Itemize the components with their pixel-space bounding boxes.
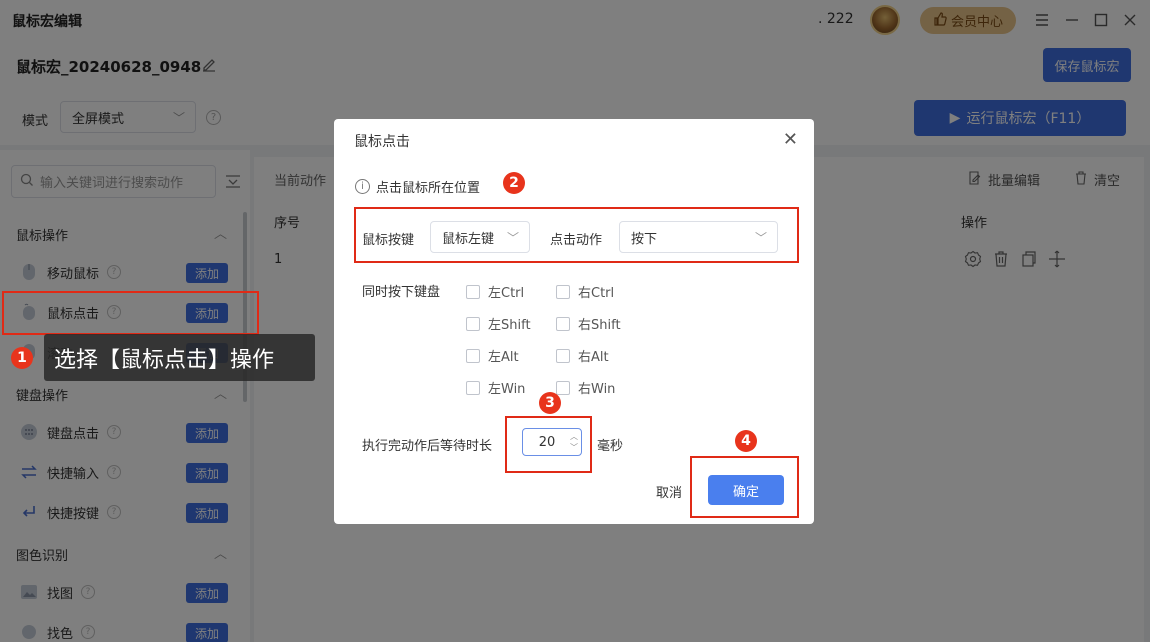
keyboard-label: 同时按下键盘 [362,285,441,300]
highlight-wait-input [505,416,592,473]
step-badge-4: 4 [735,430,757,452]
checkbox-label: 右Ctrl [578,286,615,301]
checkbox-box [556,284,570,299]
checkbox-box [466,316,480,331]
checkbox-box [466,284,480,299]
checkbox-left-win[interactable]: 左Win [466,378,525,397]
checkbox-label: 右Alt [578,350,609,365]
checkbox-box [556,316,570,331]
checkbox-left-shift[interactable]: 左Shift [466,314,531,333]
wait-unit: 毫秒 [597,439,624,454]
info-icon: i [355,179,370,194]
close-icon[interactable]: ✕ [783,129,798,150]
wait-duration-label: 执行完动作后等待时长 [362,439,493,454]
checkbox-box [556,380,570,395]
dialog-title: 鼠标点击 [354,134,410,150]
mouse-click-dialog: 鼠标点击 ✕ i 点击鼠标所在位置 2 鼠标按键 鼠标左键 ﹀ 点击动作 按下 … [334,119,814,524]
dialog-hint: i 点击鼠标所在位置 [355,177,480,196]
step-badge-3: 3 [539,392,561,414]
checkbox-label: 左Alt [488,350,519,365]
checkbox-label: 右Shift [578,318,621,333]
checkbox-right-shift[interactable]: 右Shift [556,314,621,333]
step-badge-2: 2 [503,172,525,194]
checkbox-right-alt[interactable]: 右Alt [556,346,609,365]
checkbox-label: 左Ctrl [488,286,525,301]
checkbox-right-ctrl[interactable]: 右Ctrl [556,282,614,301]
checkbox-box [556,348,570,363]
checkbox-left-ctrl[interactable]: 左Ctrl [466,282,524,301]
checkbox-label: 左Shift [488,318,531,333]
highlight-confirm [690,456,799,518]
checkbox-label: 右Win [578,382,616,397]
checkbox-left-alt[interactable]: 左Alt [466,346,519,365]
step-badge-1: 1 [11,347,33,369]
cancel-button[interactable]: 取消 [656,482,682,501]
checkbox-label: 左Win [488,382,526,397]
checkbox-box [466,380,480,395]
highlight-button-row [354,207,799,263]
checkbox-right-win[interactable]: 右Win [556,378,615,397]
instruction-tooltip: 选择【鼠标点击】操作 [44,334,315,381]
highlight-mouse-click [2,291,259,335]
hint-text: 点击鼠标所在位置 [376,181,481,196]
checkbox-box [466,348,480,363]
